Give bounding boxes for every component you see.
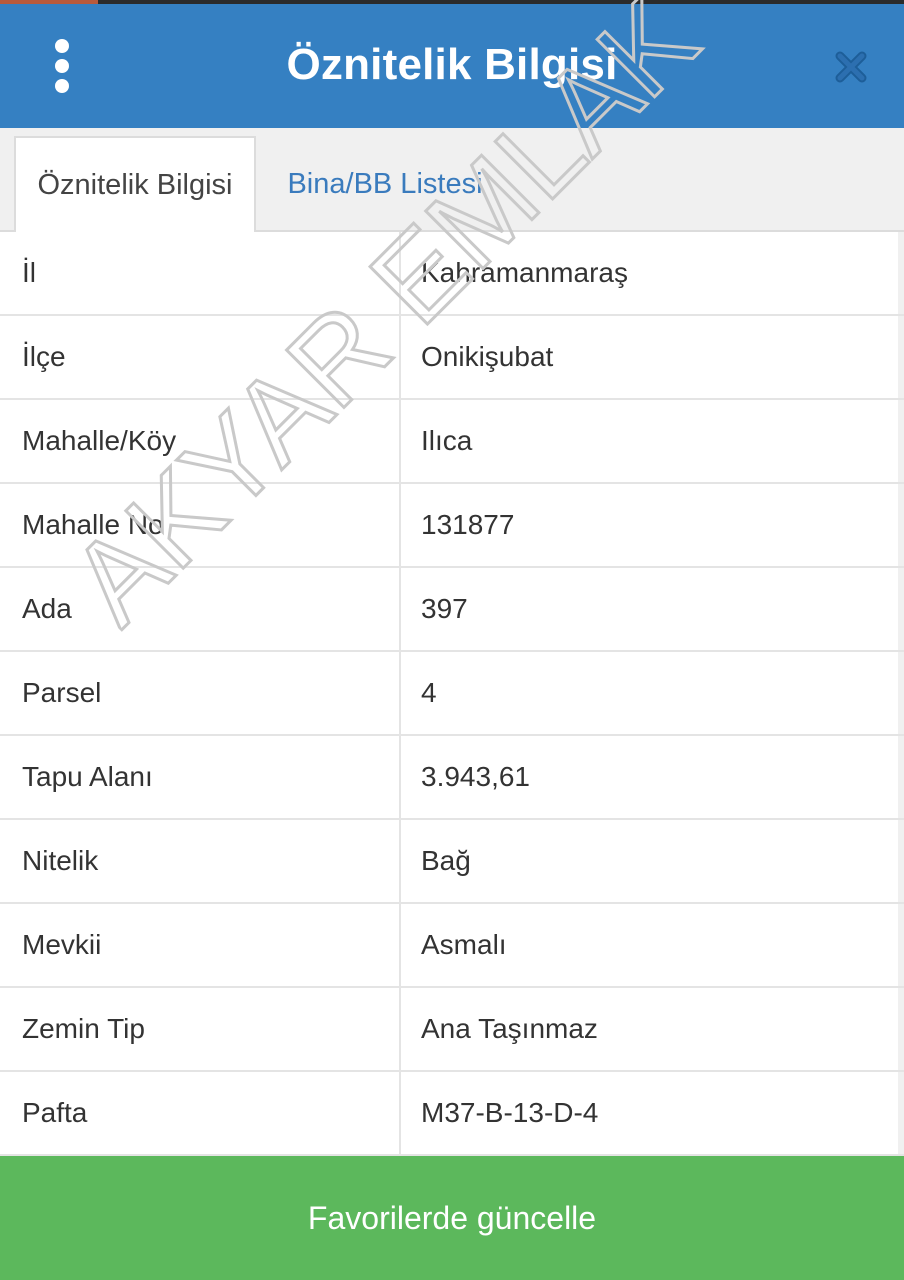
attribute-value: Ilıca <box>421 425 473 456</box>
attribute-key: Mahalle/Köy <box>22 425 177 456</box>
attribute-key: İlçe <box>22 341 66 372</box>
attribute-value: Ana Taşınmaz <box>421 1013 598 1044</box>
table-row: Mahalle/Köy Ilıca <box>0 400 904 484</box>
attribute-value: Onikişubat <box>421 341 554 372</box>
attribute-value: 4 <box>421 677 437 708</box>
table-row: Mevkii Asmalı <box>0 904 904 988</box>
attribute-value: Bağ <box>421 845 471 876</box>
attribute-value: 3.943,61 <box>421 761 530 792</box>
table-row: Zemin Tip Ana Taşınmaz <box>0 988 904 1072</box>
table-row: Pafta M37-B-13-D-4 <box>0 1072 904 1156</box>
dialog-header: Öznitelik Bilgisi <box>0 4 904 128</box>
attribute-key: Mahalle No <box>22 509 164 540</box>
table-row: İl Kahramanmaraş <box>0 232 904 316</box>
table-row: Tapu Alanı 3.943,61 <box>0 736 904 820</box>
attribute-key: İl <box>22 257 36 288</box>
attribute-value: 131877 <box>421 509 515 540</box>
attribute-key: Zemin Tip <box>22 1013 145 1044</box>
table-row: Nitelik Bağ <box>0 820 904 904</box>
attribute-value: 397 <box>421 593 468 624</box>
close-icon[interactable] <box>826 42 876 92</box>
attribute-table: İl Kahramanmaraş İlçe Onikişubat Mahalle/Köy… <box>0 232 904 1156</box>
table-row: Parsel 4 <box>0 652 904 736</box>
table-row: İlçe Onikişubat <box>0 316 904 400</box>
tab-attribute-info[interactable]: Öznitelik Bilgisi <box>14 136 256 232</box>
attribute-info-dialog: Öznitelik Bilgisi Öznitelik Bilgisi Bina… <box>0 0 904 1280</box>
attribute-key: Mevkii <box>22 929 102 960</box>
attribute-value: Asmalı <box>421 929 507 960</box>
tab-bar: Öznitelik Bilgisi Bina/BB Listesi <box>0 128 904 232</box>
attribute-key: Nitelik <box>22 845 99 876</box>
update-favorites-button[interactable]: Favorilerde güncelle <box>0 1156 904 1280</box>
attribute-key: Pafta <box>22 1097 88 1128</box>
attribute-value: M37-B-13-D-4 <box>421 1097 599 1128</box>
attribute-key: Parsel <box>22 677 102 708</box>
attribute-value: Kahramanmaraş <box>421 257 628 288</box>
tab-building-list[interactable]: Bina/BB Listesi <box>262 136 508 232</box>
attribute-key: Ada <box>22 593 72 624</box>
dialog-title: Öznitelik Bilgisi <box>286 40 618 89</box>
table-row: Ada 397 <box>0 568 904 652</box>
attribute-key: Tapu Alanı <box>22 761 153 792</box>
table-row: Mahalle No 131877 <box>0 484 904 568</box>
